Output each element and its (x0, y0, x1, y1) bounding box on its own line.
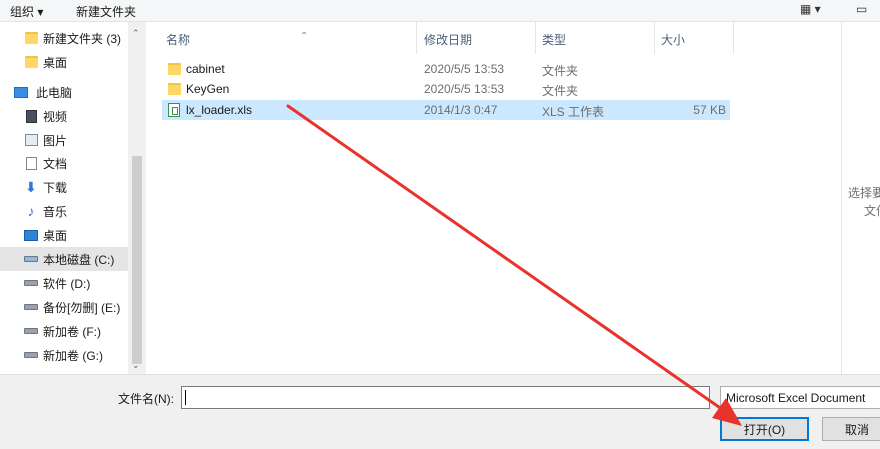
drive-icon (24, 348, 38, 362)
sidebar-item-label: 下载 (43, 180, 68, 195)
view-options-icon[interactable]: ▦ ▾ (800, 2, 821, 16)
file-date: 2020/5/5 13:53 (424, 82, 505, 96)
sidebar-item-documents[interactable]: 文档 (0, 151, 128, 175)
text-caret (185, 390, 186, 405)
music-icon: ♪ (27, 203, 35, 219)
folder-icon (24, 55, 38, 69)
folder-icon (168, 63, 181, 75)
file-date: 2020/5/5 13:53 (424, 62, 505, 76)
sidebar-item-label: 此电脑 (36, 85, 73, 100)
preview-message-line1: 选择要 (848, 186, 880, 200)
navigation-pane: 新建文件夹 (3) 桌面 此电脑 视频 图片 文档 ⬇ 下载 ♪ 音乐 桌面 本… (0, 22, 146, 374)
sidebar-item-label: 桌面 (43, 55, 68, 70)
document-icon (24, 156, 38, 170)
sidebar-item-label: 新建文件夹 (3) (43, 31, 122, 46)
folder-icon (168, 83, 181, 95)
drive-icon (24, 324, 38, 338)
folder-icon (24, 31, 38, 45)
scroll-down-icon[interactable]: ⌄ (132, 360, 140, 371)
sidebar-item-desktop-folder[interactable]: 桌面 (0, 50, 128, 74)
sidebar-item-drive-f[interactable]: 新加卷 (F:) (0, 319, 128, 343)
sidebar-scrollbar[interactable]: ⌃ ⌄ (128, 22, 146, 374)
download-icon: ⬇ (25, 178, 37, 195)
picture-icon (24, 133, 38, 147)
preview-pane-icon[interactable]: ▭ (856, 2, 867, 16)
column-header-name[interactable]: 名称 ⌃ (162, 22, 416, 54)
sidebar-item-label: 备份[勿删] (E:) (43, 300, 121, 315)
preview-message-line2: 文件 (864, 204, 880, 218)
scrollbar-thumb[interactable] (132, 156, 142, 364)
sidebar-item-label: 软件 (D:) (43, 276, 91, 291)
sort-ascending-icon: ⌃ (300, 31, 309, 42)
sidebar-item-drive-c[interactable]: 本地磁盘 (C:) (0, 247, 128, 271)
filename-input[interactable] (181, 386, 710, 409)
sidebar-item-label: 桌面 (43, 228, 68, 243)
sidebar-item-drive-g[interactable]: 新加卷 (G:) (0, 343, 128, 367)
preview-pane: 选择要 文件 (841, 22, 880, 374)
column-header-name-label: 名称 (166, 33, 191, 47)
sidebar-item-label: 文档 (43, 156, 68, 171)
drive-icon (24, 252, 38, 266)
sidebar-item-music[interactable]: ♪ 音乐 (0, 199, 128, 223)
sidebar-item-videos[interactable]: 视频 (0, 104, 128, 128)
drive-icon (24, 276, 38, 290)
column-header-size-label: 大小 (661, 33, 686, 47)
column-separator[interactable] (733, 22, 734, 54)
file-list: 名称 ⌃ 修改日期 类型 大小 cabinet 2020/5/5 13:53 文… (146, 22, 841, 374)
sidebar-item-label: 新加卷 (F:) (43, 324, 101, 339)
file-row-lx-loader[interactable]: lx_loader.xls 2014/1/3 0:47 XLS 工作表 57 K… (162, 100, 730, 120)
column-header-date-label: 修改日期 (424, 33, 473, 47)
desktop-icon (24, 228, 38, 242)
file-type-filter[interactable]: Microsoft Excel Document (720, 386, 880, 409)
sidebar-item-label: 图片 (43, 133, 68, 148)
file-type: XLS 工作表 (542, 105, 605, 119)
computer-icon (14, 85, 28, 99)
sidebar-item-label: 本地磁盘 (C:) (43, 252, 115, 267)
sidebar-item-new-folder-3[interactable]: 新建文件夹 (3) (0, 26, 128, 50)
video-icon (24, 109, 38, 123)
sidebar-item-pictures[interactable]: 图片 (0, 128, 128, 152)
sidebar-item-label: 音乐 (43, 204, 68, 219)
sidebar-item-desktop[interactable]: 桌面 (0, 223, 128, 247)
sidebar-item-this-pc[interactable]: 此电脑 (0, 80, 128, 104)
sidebar-item-drive-e[interactable]: 备份[勿删] (E:) (0, 295, 128, 319)
excel-file-icon (168, 103, 180, 117)
file-date: 2014/1/3 0:47 (424, 103, 498, 117)
file-name: cabinet (186, 62, 225, 76)
dialog-footer: 文件名(N): Microsoft Excel Document 打开(O) 取… (0, 374, 880, 449)
drive-icon (24, 300, 38, 314)
column-header-date[interactable]: 修改日期 (417, 22, 535, 54)
scroll-up-icon[interactable]: ⌃ (132, 28, 140, 39)
sidebar-item-label: 新加卷 (G:) (43, 348, 103, 363)
column-header-size[interactable]: 大小 (655, 22, 733, 54)
file-size: 57 KB (693, 103, 726, 117)
file-row-keygen[interactable]: KeyGen 2020/5/5 13:53 文件夹 (162, 79, 730, 99)
sidebar-item-label: 视频 (43, 109, 68, 124)
file-type: 文件夹 (542, 84, 579, 98)
organize-menu[interactable]: 组织 ▾ (10, 3, 43, 20)
open-button[interactable]: 打开(O) (720, 417, 809, 441)
sidebar-item-downloads[interactable]: ⬇ 下载 (0, 175, 128, 199)
new-folder-button[interactable]: 新建文件夹 (76, 3, 136, 20)
file-type: 文件夹 (542, 64, 579, 78)
file-type-filter-label: Microsoft Excel Document (726, 391, 866, 405)
filename-label: 文件名(N): (118, 392, 174, 406)
file-name: KeyGen (186, 82, 230, 96)
sidebar-item-drive-d[interactable]: 软件 (D:) (0, 271, 128, 295)
file-row-cabinet[interactable]: cabinet 2020/5/5 13:53 文件夹 (162, 59, 730, 79)
cancel-button[interactable]: 取消 (822, 417, 880, 441)
column-header-type-label: 类型 (542, 33, 567, 47)
toolbar: 组织 ▾ 新建文件夹 ▦ ▾ ▭ (0, 0, 880, 22)
column-header-type[interactable]: 类型 (536, 22, 654, 54)
file-name: lx_loader.xls (186, 103, 253, 117)
